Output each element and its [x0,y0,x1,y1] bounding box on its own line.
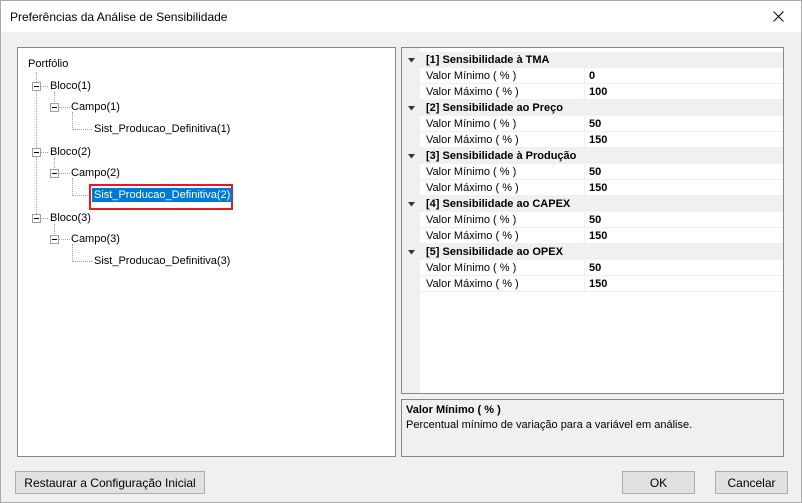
property-name: Valor Mínimo ( % ) [420,116,583,132]
property-value[interactable]: 100 [584,84,783,100]
tree-collapse-icon[interactable] [50,103,59,112]
category-row[interactable]: [3] Sensibilidade à Produção [402,148,783,164]
tree-item-bloco-2[interactable]: Bloco(2) [50,145,91,159]
tree-connector [36,72,37,218]
ok-button[interactable]: OK [622,471,695,494]
minus-icon[interactable] [408,249,415,256]
tree-collapse-icon[interactable] [50,235,59,244]
close-icon [772,11,784,22]
property-value[interactable]: 150 [584,180,783,196]
tree-connector [58,239,70,240]
property-value[interactable]: 50 [584,164,783,180]
description-panel: Valor Mínimo ( % ) Percentual mínimo de … [401,399,784,457]
property-name: Valor Mínimo ( % ) [420,68,583,84]
close-button[interactable] [755,1,801,32]
property-name: Valor Mínimo ( % ) [420,164,583,180]
property-value[interactable]: 50 [584,212,783,228]
tree-item-sist-2[interactable]: Sist_Producao_Definitiva(2) [92,188,233,202]
category-row[interactable]: [2] Sensibilidade ao Preço [402,100,783,116]
description-text: Percentual mínimo de variação para a var… [406,419,693,431]
category-title: [2] Sensibilidade ao Preço [426,102,563,114]
category-title: [5] Sensibilidade ao OPEX [426,246,563,258]
tree-item-sist-3[interactable]: Sist_Producao_Definitiva(3) [94,254,230,268]
cancel-button[interactable]: Cancelar [715,471,788,494]
dialog-window: Preferências da Análise de Sensibilidade [0,0,802,503]
description-title: Valor Mínimo ( % ) [406,404,501,416]
tree-item-campo-2[interactable]: Campo(2) [71,166,120,180]
minus-icon[interactable] [408,153,415,160]
category-row[interactable]: [4] Sensibilidade ao CAPEX [402,196,783,212]
category-title: [1] Sensibilidade à TMA [426,54,550,66]
window-title: Preferências da Análise de Sensibilidade [10,10,228,24]
property-row[interactable]: Valor Máximo ( % ) 150 [402,276,783,292]
tree-collapse-icon[interactable] [50,169,59,178]
property-row[interactable]: Valor Máximo ( % ) 150 [402,228,783,244]
tree-collapse-icon[interactable] [32,214,41,223]
minus-icon[interactable] [408,201,415,208]
property-row[interactable]: Valor Mínimo ( % ) 50 [402,212,783,228]
property-value[interactable]: 0 [584,68,783,84]
property-value[interactable]: 50 [584,116,783,132]
property-name: Valor Mínimo ( % ) [420,212,583,228]
property-name: Valor Máximo ( % ) [420,228,583,244]
category-title: [3] Sensibilidade à Produção [426,150,577,162]
tree-item-sist-1[interactable]: Sist_Producao_Definitiva(1) [94,122,230,136]
tree-root-portfolio[interactable]: Portfólio [28,57,68,71]
property-value[interactable]: 150 [584,276,783,292]
reset-button[interactable]: Restaurar a Configuração Inicial [15,471,205,494]
property-row[interactable]: Valor Máximo ( % ) 150 [402,132,783,148]
property-name: Valor Máximo ( % ) [420,84,583,100]
property-row[interactable]: Valor Mínimo ( % ) 50 [402,116,783,132]
property-row[interactable]: Valor Máximo ( % ) 150 [402,180,783,196]
property-value[interactable]: 150 [584,132,783,148]
tree-collapse-icon[interactable] [32,148,41,157]
tree-connector [72,195,90,196]
tree-connector [40,218,48,219]
tree-item-bloco-1[interactable]: Bloco(1) [50,79,91,93]
category-row[interactable]: [1] Sensibilidade à TMA [402,52,783,68]
tree-connector [40,86,48,87]
minus-icon[interactable] [408,57,415,64]
property-row[interactable]: Valor Mínimo ( % ) 0 [402,68,783,84]
title-bar[interactable]: Preferências da Análise de Sensibilidade [1,1,801,32]
category-title: [4] Sensibilidade ao CAPEX [426,198,571,210]
property-name: Valor Mínimo ( % ) [420,260,583,276]
tree-connector [72,261,92,262]
property-grid[interactable]: [1] Sensibilidade à TMA Valor Mínimo ( %… [401,47,784,394]
property-name: Valor Máximo ( % ) [420,132,583,148]
property-value[interactable]: 150 [584,228,783,244]
property-value[interactable]: 50 [584,260,783,276]
property-name: Valor Máximo ( % ) [420,276,583,292]
property-row[interactable]: Valor Mínimo ( % ) 50 [402,164,783,180]
tree-connector [72,112,73,130]
tree-connector [40,152,48,153]
property-row[interactable]: Valor Mínimo ( % ) 50 [402,260,783,276]
tree-item-bloco-3[interactable]: Bloco(3) [50,211,91,225]
tree-item-campo-3[interactable]: Campo(3) [71,232,120,246]
property-row[interactable]: Valor Máximo ( % ) 100 [402,84,783,100]
tree-connector [58,107,70,108]
tree-item-campo-1[interactable]: Campo(1) [71,100,120,114]
property-name: Valor Máximo ( % ) [420,180,583,196]
tree-connector [72,178,73,196]
portfolio-tree[interactable]: Portfólio Bloco(1) Campo(1) Sist_Produca… [17,47,396,457]
tree-connector [58,173,70,174]
category-row[interactable]: [5] Sensibilidade ao OPEX [402,244,783,260]
minus-icon[interactable] [408,105,415,112]
tree-connector [72,129,92,130]
tree-connector [72,244,73,262]
tree-collapse-icon[interactable] [32,82,41,91]
